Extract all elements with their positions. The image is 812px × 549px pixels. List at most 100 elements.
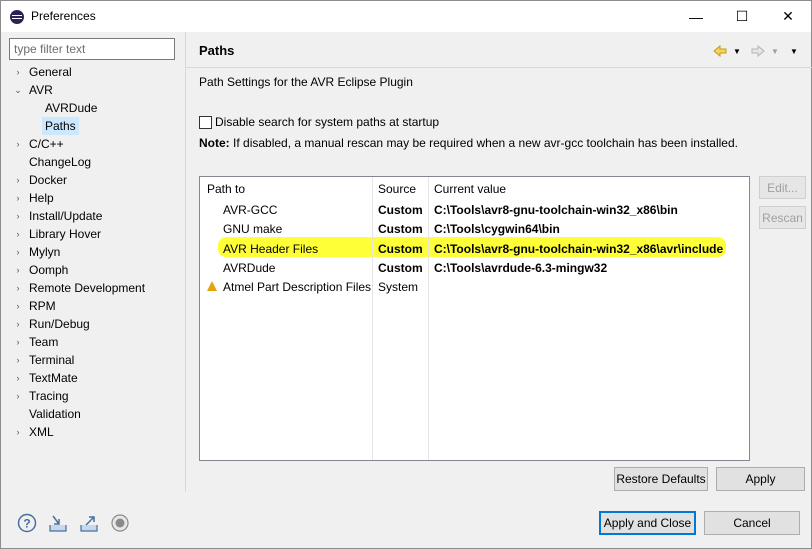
tree-item-label: Paths <box>42 117 79 135</box>
table-cell-source: Custom <box>378 222 423 237</box>
rescan-button[interactable]: Rescan <box>759 206 806 229</box>
tree-item[interactable]: › Install/Update <box>9 207 185 225</box>
tree-item-label: Docker <box>29 173 68 187</box>
table-row[interactable]: AVRDude Custom C:\Tools\avrdude-6.3-mingw3… <box>200 259 749 278</box>
tree-item-label: Mylyn <box>29 245 61 259</box>
tree-item[interactable]: › General <box>9 63 185 81</box>
tree-item-label: General <box>29 65 72 79</box>
apply-button[interactable]: Apply <box>716 467 805 491</box>
tree-item-label: Team <box>29 335 59 349</box>
tree-item[interactable]: Validation <box>9 405 185 423</box>
table-cell-path: AVRDude <box>223 260 276 275</box>
minimize-button[interactable]: — <box>673 1 719 32</box>
table-cell-source: Custom <box>378 203 423 217</box>
collapsed-arrow-icon[interactable]: › <box>13 225 23 243</box>
tree-item[interactable]: › Run/Debug <box>9 315 185 333</box>
import-icon[interactable] <box>47 512 69 534</box>
apply-and-close-button[interactable]: Apply and Close <box>599 511 696 535</box>
tree-item[interactable]: › RPM <box>9 297 185 315</box>
tree-item[interactable]: AVRDude <box>9 99 185 117</box>
cancel-button[interactable]: Cancel <box>704 511 800 535</box>
tree-item[interactable]: › Library Hover <box>9 225 185 243</box>
divider <box>186 67 812 68</box>
export-icon[interactable] <box>78 512 100 534</box>
preferences-window: Preferences — ☐ ✕ type filter text › Gene… <box>0 0 812 549</box>
column-header-value[interactable]: Current value <box>434 182 506 196</box>
table-row[interactable]: Atmel Part Description Files System <box>200 278 749 297</box>
table-cell-source: Custom <box>378 260 423 275</box>
maximize-button[interactable]: ☐ <box>719 1 765 32</box>
tree-item[interactable]: ⌄ AVR <box>9 81 185 99</box>
tree-item[interactable]: › TextMate <box>9 369 185 387</box>
tree-item-label: Library Hover <box>29 227 102 241</box>
preferences-tree: › General ⌄ AVR AVRDude Paths › C/C++ ChangeLog ›… <box>9 63 185 441</box>
back-nav[interactable]: ▼ <box>713 43 741 59</box>
close-button[interactable]: ✕ <box>765 1 811 32</box>
forward-arrow-icon[interactable] <box>751 45 765 57</box>
restore-defaults-button[interactable]: Restore Defaults <box>614 467 708 491</box>
collapsed-arrow-icon[interactable]: › <box>13 423 23 441</box>
back-arrow-icon[interactable] <box>713 45 727 57</box>
forward-nav[interactable]: ▼ <box>751 43 779 59</box>
help-icon[interactable]: ? <box>16 512 38 534</box>
bottom-toolbar: ? <box>16 512 131 534</box>
collapsed-arrow-icon[interactable]: › <box>13 297 23 315</box>
collapsed-arrow-icon[interactable]: › <box>13 315 23 333</box>
tree-item[interactable]: › Terminal <box>9 351 185 369</box>
checkbox-box[interactable] <box>199 115 212 129</box>
tree-item[interactable]: ChangeLog <box>9 153 185 171</box>
table-row[interactable]: AVR Header Files Custom C:\Tools\avr8-gnu-… <box>200 240 749 259</box>
column-header-source[interactable]: Source <box>378 182 416 196</box>
collapsed-arrow-icon[interactable]: › <box>13 369 23 387</box>
divider <box>185 32 186 492</box>
table-cell-value: C:\Tools\avr8-gnu-toolchain-win32_x86\av… <box>434 241 724 256</box>
tree-item[interactable]: › Tracing <box>9 387 185 405</box>
table-cell-path: Atmel Part Description Files <box>223 280 372 295</box>
page-title: Paths <box>199 43 235 58</box>
collapsed-arrow-icon[interactable]: › <box>13 243 23 261</box>
title-bar: Preferences — ☐ ✕ <box>1 1 811 32</box>
note-label: Note: <box>199 136 230 150</box>
tree-item[interactable]: › Help <box>9 189 185 207</box>
tree-item[interactable]: › Docker <box>9 171 185 189</box>
back-dropdown-icon[interactable]: ▼ <box>733 47 741 56</box>
filter-input[interactable]: type filter text <box>9 38 175 60</box>
edit-button[interactable]: Edit... <box>759 176 806 199</box>
svg-text:?: ? <box>23 517 30 531</box>
tree-item[interactable]: › Remote Development <box>9 279 185 297</box>
column-header-path[interactable]: Path to <box>207 182 245 196</box>
collapsed-arrow-icon[interactable]: › <box>13 207 23 225</box>
tree-item-label: Run/Debug <box>29 317 90 331</box>
tree-item[interactable]: Paths <box>9 117 185 135</box>
collapsed-arrow-icon[interactable]: › <box>13 351 23 369</box>
record-icon[interactable] <box>109 512 131 534</box>
collapsed-arrow-icon[interactable]: › <box>13 261 23 279</box>
disable-search-checkbox[interactable]: Disable search for system paths at start… <box>199 115 439 129</box>
tree-item-label: ChangeLog <box>29 155 92 169</box>
table-cell-value: C:\Tools\avrdude-6.3-mingw32 <box>434 260 608 275</box>
collapsed-arrow-icon[interactable]: › <box>13 387 23 405</box>
table-cell-value: C:\Tools\cygwin64\bin <box>434 222 560 237</box>
forward-dropdown-icon[interactable]: ▼ <box>771 47 779 56</box>
collapsed-arrow-icon[interactable]: › <box>13 333 23 351</box>
tree-item[interactable]: › Mylyn <box>9 243 185 261</box>
view-menu-icon[interactable]: ▼ <box>790 43 798 59</box>
collapsed-arrow-icon[interactable]: › <box>13 279 23 297</box>
checkbox-label: Disable search for system paths at start… <box>215 115 440 129</box>
tree-item[interactable]: › C/C++ <box>9 135 185 153</box>
table-row[interactable]: GNU make Custom C:\Tools\cygwin64\bin <box>200 220 749 239</box>
tree-item[interactable]: › Oomph <box>9 261 185 279</box>
expanded-arrow-icon[interactable]: ⌄ <box>13 81 23 99</box>
tree-item[interactable]: › XML <box>9 423 185 441</box>
paths-table[interactable]: Path to Source Current value AVR-GCC Cust… <box>199 176 750 461</box>
collapsed-arrow-icon[interactable]: › <box>13 135 23 153</box>
table-cell-path: AVR-GCC <box>223 203 278 217</box>
collapsed-arrow-icon[interactable]: › <box>13 63 23 81</box>
table-cell-value: C:\Tools\avr8-gnu-toolchain-win32_x86\bi… <box>434 203 678 217</box>
collapsed-arrow-icon[interactable]: › <box>13 171 23 189</box>
tree-item[interactable]: › Team <box>9 333 185 351</box>
table-row[interactable]: AVR-GCC Custom C:\Tools\avr8-gnu-toolchain… <box>200 201 749 220</box>
tree-item-label: XML <box>29 425 54 439</box>
collapsed-arrow-icon[interactable]: › <box>13 189 23 207</box>
warning-icon <box>207 281 217 292</box>
